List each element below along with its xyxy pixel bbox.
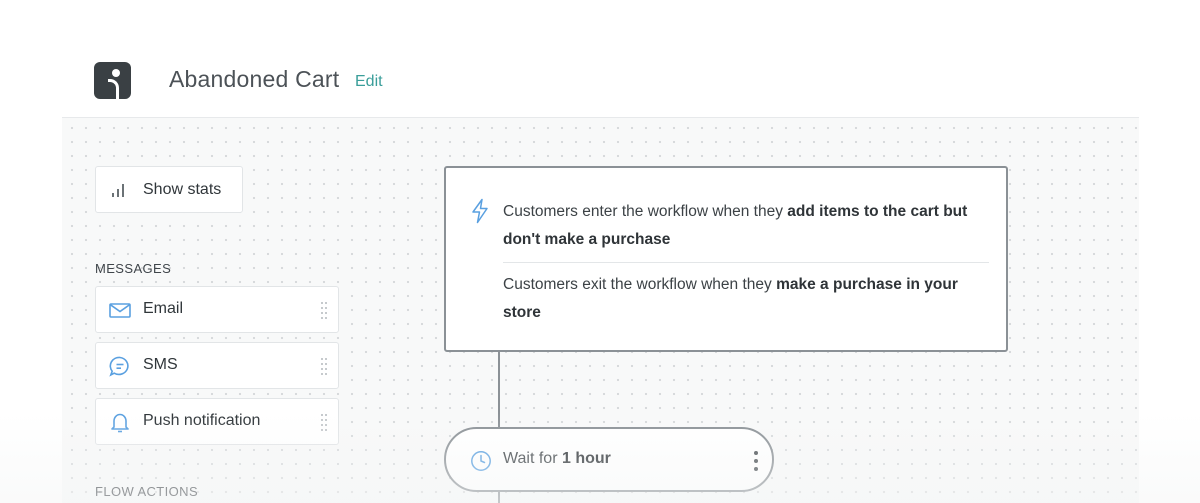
drag-handle-icon[interactable] — [320, 413, 328, 431]
palette-item-push-notification[interactable]: Push notification — [95, 398, 339, 445]
flow-connector-line — [498, 352, 500, 427]
edit-title-link[interactable]: Edit — [355, 73, 383, 91]
flow-actions-heading: FLOW ACTIONS — [95, 484, 199, 499]
bar-chart-icon — [112, 184, 124, 197]
clock-icon — [471, 451, 491, 471]
wait-prefix: Wait for — [503, 450, 562, 467]
palette-item-label: Email — [143, 300, 184, 317]
workflow-title: Abandoned Cart — [169, 66, 340, 92]
chat-bubble-icon — [109, 356, 129, 377]
show-stats-button[interactable]: Show stats — [95, 166, 243, 213]
trigger-exit-text: Customers exit the workflow when they ma… — [503, 271, 989, 327]
wait-duration: 1 hour — [561, 450, 611, 467]
palette-item-label: Push notification — [143, 412, 261, 429]
palette-item-label: SMS — [143, 356, 178, 373]
workflow-trigger-card[interactable]: Customers enter the workflow when they a… — [444, 166, 1008, 352]
app-logo — [94, 62, 131, 99]
page-header: Abandoned Cart Edit — [0, 0, 1200, 117]
wait-step-label: Wait for 1 hour — [503, 450, 611, 468]
palette-item-email[interactable]: Email — [95, 286, 339, 333]
show-stats-label: Show stats — [143, 181, 222, 198]
drag-handle-icon[interactable] — [320, 357, 328, 375]
trigger-entry-text: Customers enter the workflow when they a… — [503, 198, 989, 254]
lightning-bolt-icon — [472, 198, 488, 224]
trigger-entry-prefix: Customers enter the workflow when they — [503, 203, 788, 220]
drag-handle-icon[interactable] — [320, 301, 328, 319]
flow-connector-line — [498, 492, 500, 503]
bell-icon — [111, 413, 129, 433]
wait-step-node[interactable]: Wait for 1 hour — [444, 427, 774, 492]
palette-item-sms[interactable]: SMS — [95, 342, 339, 389]
more-options-icon[interactable] — [752, 449, 760, 473]
envelope-icon — [109, 303, 131, 318]
messages-heading: MESSAGES — [95, 261, 172, 276]
trigger-divider — [503, 262, 989, 263]
trigger-exit-prefix: Customers exit the workflow when they — [503, 276, 777, 293]
